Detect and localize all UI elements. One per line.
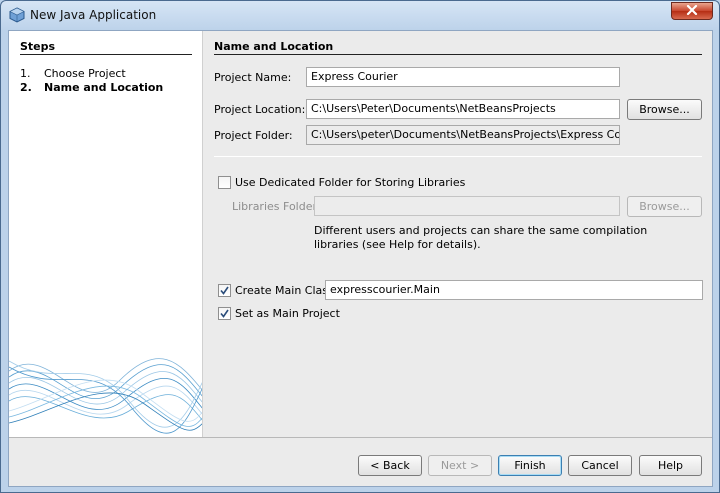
project-folder-field[interactable]: C:\Users\peter\Documents\NetBeansProject… [306, 125, 620, 145]
close-button[interactable] [671, 2, 713, 20]
dedicated-folder-checkbox[interactable] [218, 176, 231, 189]
dialog-client-area: Steps 1. Choose Project 2. Name and Locati… [8, 30, 713, 487]
steps-divider [20, 54, 192, 55]
create-main-class-label: Create Main Class [235, 284, 334, 297]
section-divider [214, 54, 702, 55]
step-number: 2. [20, 81, 32, 94]
dedicated-folder-label: Use Dedicated Folder for Storing Librari… [235, 176, 466, 189]
project-name-label: Project Name: [214, 71, 292, 84]
steps-panel: Steps 1. Choose Project 2. Name and Locati… [9, 31, 203, 437]
checkmark-icon [220, 286, 229, 295]
step-item-choose-project: 1. Choose Project [20, 67, 126, 80]
set-main-project-label: Set as Main Project [235, 307, 340, 320]
step-label: Name and Location [44, 81, 164, 94]
dialog-window: New Java Application Steps 1. Choose Proj… [0, 0, 720, 493]
help-button[interactable]: Help [639, 455, 702, 476]
project-location-label: Project Location: [214, 103, 306, 116]
close-icon [686, 4, 698, 18]
title-bar[interactable]: New Java Application [1, 1, 719, 29]
step-item-name-and-location: 2. Name and Location [20, 81, 163, 94]
step-label: Choose Project [44, 67, 126, 80]
step-number: 1. [20, 67, 31, 80]
project-folder-label: Project Folder: [214, 129, 293, 142]
back-button[interactable]: < Back [358, 455, 422, 476]
create-main-class-checkbox[interactable] [218, 284, 231, 297]
section-heading: Name and Location [214, 40, 334, 53]
window-title: New Java Application [30, 8, 157, 22]
separator [214, 156, 702, 157]
button-bar-separator [9, 437, 712, 438]
libraries-help-line-1: Different users and projects can share t… [314, 224, 648, 237]
name-and-location-panel: Name and Location Project Name: Express … [203, 31, 714, 437]
set-main-project-checkbox[interactable] [218, 307, 231, 320]
finish-button[interactable]: Finish [498, 455, 562, 476]
checkmark-icon [220, 309, 229, 318]
libraries-help-line-2: libraries (see Help for details). [314, 238, 481, 251]
project-location-input[interactable]: C:\Users\Peter\Documents\NetBeansProject… [306, 99, 620, 119]
netbeans-cube-icon [9, 7, 25, 23]
decorative-wave-graphic [9, 358, 202, 434]
cancel-button[interactable]: Cancel [568, 455, 632, 476]
libraries-folder-input[interactable] [314, 196, 620, 216]
steps-heading: Steps [20, 40, 56, 53]
project-name-input[interactable]: Express Courier [306, 67, 620, 87]
main-class-input[interactable]: expresscourier.Main [325, 280, 703, 300]
browse-libraries-button[interactable]: Browse... [627, 196, 702, 217]
next-button[interactable]: Next > [428, 455, 492, 476]
libraries-folder-label: Libraries Folder: [232, 200, 321, 213]
browse-location-button[interactable]: Browse... [627, 99, 702, 120]
